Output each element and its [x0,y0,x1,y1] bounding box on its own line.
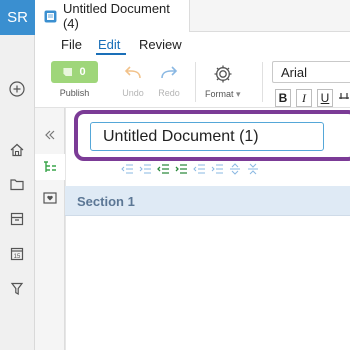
avatar[interactable]: SR [0,0,35,35]
ribbon: 0 Publish Undo Redo Format ▾ Arial B I U [35,56,350,108]
publish-count: 0 [79,66,86,78]
collapse-icon[interactable] [35,122,65,148]
indent-all-icon[interactable] [210,162,224,176]
publish-button[interactable]: 0 Publish [51,61,98,98]
section-row[interactable]: Section 1 [65,186,350,216]
menu-edit[interactable]: Edit [98,37,120,52]
filter-icon[interactable] [7,279,27,299]
indent-icon[interactable] [138,162,152,176]
collapse-all-icon[interactable] [246,162,260,176]
add-icon[interactable] [7,79,27,99]
gear-icon [214,65,232,83]
publish-label: Publish [59,88,90,98]
format-button[interactable]: Format ▾ [205,63,241,100]
ribbon-separator [195,62,196,102]
tab-strip: Untitled Document (4) [35,0,350,32]
ribbon-separator [262,62,263,102]
document-tab-title: Untitled Document (4) [62,1,170,31]
undo-icon [124,66,141,79]
outline-icon[interactable] [35,154,65,180]
editor-area: Section 1 [65,108,350,350]
strikethrough-icon[interactable] [338,89,350,107]
outdent-icon[interactable] [120,162,134,176]
menu-bar: File Edit Review [35,32,350,56]
redo-button[interactable]: Redo [158,65,180,98]
expand-icon[interactable] [228,162,242,176]
folder-icon[interactable] [7,174,27,194]
underline-button[interactable]: U [317,89,333,107]
left-rail: SR 15 [0,0,35,350]
calendar-icon[interactable]: 15 [7,244,27,264]
outline-toolbar [120,162,260,178]
editor-left-border [65,108,66,350]
undo-label: Undo [122,88,144,98]
font-family-select[interactable]: Arial [272,61,350,83]
document-title-input[interactable] [90,122,324,151]
undo-button[interactable]: Undo [122,65,144,98]
home-icon[interactable] [7,140,27,160]
redo-icon [161,66,178,79]
document-tab[interactable]: Untitled Document (4) [35,0,190,32]
panel-toolbar [35,108,65,350]
outdent-all-icon[interactable] [192,162,206,176]
section-label: Section 1 [77,194,135,209]
bold-button[interactable]: B [275,89,291,107]
archive-icon[interactable] [7,209,27,229]
document-icon [44,10,57,22]
promote-icon[interactable] [156,162,170,176]
menu-file[interactable]: File [61,37,82,52]
comment-heart-icon[interactable] [35,186,65,212]
demote-icon[interactable] [174,162,188,176]
menu-review[interactable]: Review [139,37,182,52]
italic-button[interactable]: I [296,89,312,107]
redo-label: Redo [158,88,180,98]
publish-flag-icon [63,68,73,76]
title-highlight-outline [74,110,350,161]
chevron-down-icon: ▾ [236,89,241,99]
format-label: Format [205,89,234,99]
calendar-day: 15 [14,254,21,260]
menu-active-underline [96,53,126,55]
